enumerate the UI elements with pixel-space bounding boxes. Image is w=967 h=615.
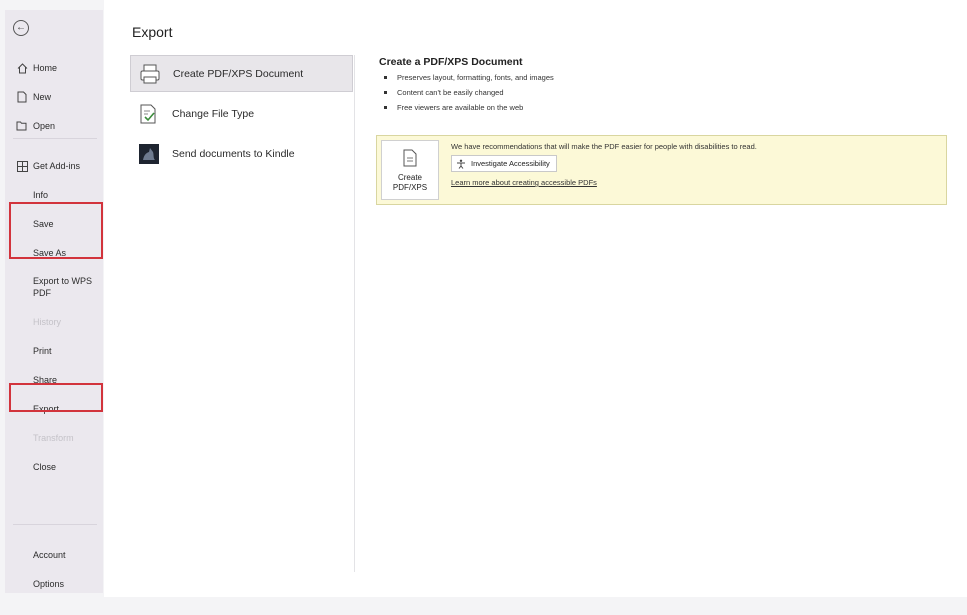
page-title: Export — [132, 24, 173, 40]
sidebar-item-history: History — [33, 317, 62, 327]
sidebar-item-options[interactable]: Options — [5, 578, 103, 590]
investigate-accessibility-button[interactable]: Investigate Accessibility — [451, 155, 557, 172]
export-main-panel: Export Create PDF/XPS Document Change Fi… — [104, 0, 967, 597]
recommendation-text: We have recommendations that will make t… — [451, 142, 757, 151]
home-icon — [15, 61, 29, 75]
option-create-pdf-xps[interactable]: Create PDF/XPS Document — [130, 55, 353, 92]
bullet-item: Free viewers are available on the web — [384, 102, 554, 117]
accessibility-icon — [456, 159, 466, 169]
export-highlight-box — [9, 383, 103, 412]
option-change-file-type[interactable]: Change File Type — [130, 95, 353, 132]
sidebar-item-new[interactable]: New — [5, 91, 103, 103]
bullet-item: Content can't be easily changed — [384, 87, 554, 102]
bullet-item: Preserves layout, formatting, fonts, and… — [384, 72, 554, 87]
create-pdf-xps-button[interactable]: Create PDF/XPS — [381, 140, 439, 200]
sidebar-item-export-to-wps-pdf[interactable]: Export to WPS PDF — [5, 275, 103, 299]
arrow-left-circle-icon[interactable]: ← — [13, 20, 29, 36]
learn-more-accessible-pdfs-link[interactable]: Learn more about creating accessible PDF… — [451, 178, 597, 187]
option-send-to-kindle[interactable]: Send documents to Kindle — [130, 135, 353, 172]
sidebar-item-print[interactable]: Print — [5, 345, 103, 357]
sidebar-item-transform: Transform — [33, 433, 74, 443]
grid-icon — [15, 159, 29, 173]
panel-divider — [354, 55, 355, 572]
sidebar-item-close[interactable]: Close — [5, 461, 103, 473]
save-highlight-box — [9, 202, 103, 259]
new-document-icon — [15, 90, 29, 104]
sidebar-item-open[interactable]: Open — [5, 120, 103, 132]
sidebar-item-home[interactable]: Home — [5, 62, 103, 74]
folder-open-icon — [15, 119, 29, 133]
kindle-icon — [136, 141, 162, 167]
pdf-create-icon — [402, 149, 418, 170]
sidebar-item-get-add-ins[interactable]: Get Add-ins — [5, 160, 103, 172]
backstage-sidebar: ← Home New Open Get Add-ins Info Save Sa… — [5, 10, 103, 593]
sidebar-divider — [13, 138, 97, 139]
sidebar-item-account[interactable]: Account — [5, 549, 103, 561]
pdf-document-icon — [137, 61, 163, 87]
detail-bullets: Preserves layout, formatting, fonts, and… — [384, 72, 554, 117]
sidebar-divider — [13, 524, 97, 525]
detail-title: Create a PDF/XPS Document — [379, 56, 523, 68]
accessibility-recommendation-panel: Create PDF/XPS We have recommendations t… — [376, 135, 947, 205]
sidebar-item-info[interactable]: Info — [5, 189, 103, 201]
change-file-type-icon — [136, 101, 162, 127]
